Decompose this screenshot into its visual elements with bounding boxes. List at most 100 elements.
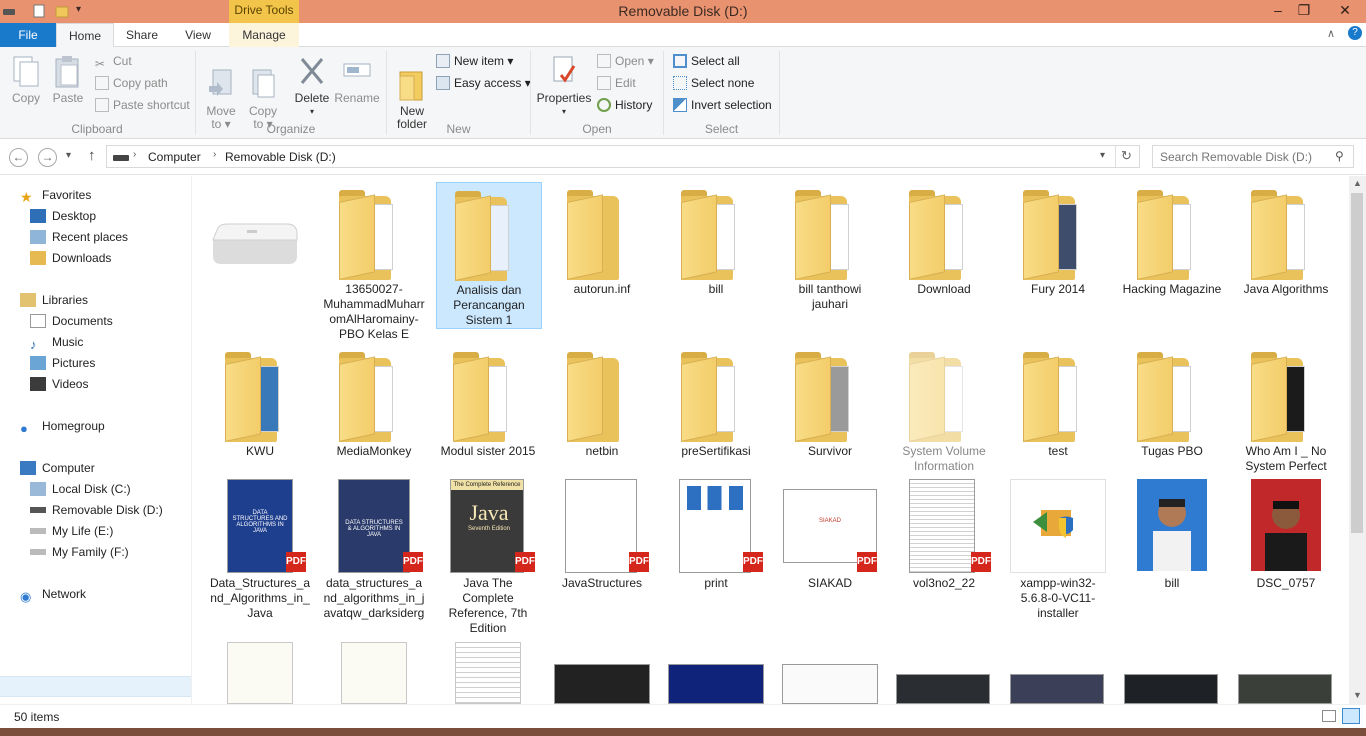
certificate-thumbnail[interactable] [341,642,407,704]
video-thumbnail[interactable] [896,674,990,704]
chevron-right-icon[interactable]: › [213,149,216,160]
edit-button[interactable]: Edit [597,74,636,92]
new-item-button[interactable]: New item ▾ [436,52,513,70]
folder-item[interactable]: Hacking Magazine [1119,182,1225,297]
nav-network[interactable]: ◉ Network [20,584,86,604]
nav-music[interactable]: ♪ Music [30,332,83,352]
copy-path-button[interactable]: Copy path [95,74,168,92]
pdf-item[interactable]: SIAKAD PDF SIAKAD [777,476,883,591]
breadcrumb-computer[interactable]: Computer [148,150,201,164]
breadcrumb-removable-disk[interactable]: Removable Disk (D:) [225,150,336,164]
nav-documents[interactable]: Documents [30,311,113,331]
paste-button[interactable]: Paste [48,53,88,105]
nav-my-family-f[interactable]: My Family (F:) [30,542,129,562]
folder-item[interactable]: Modul sister 2015 [435,344,541,459]
folder-item[interactable]: netbin [549,344,655,459]
folder-item[interactable]: Download [891,182,997,297]
back-button[interactable]: ← [9,148,28,167]
history-button[interactable]: History [597,96,652,114]
easy-access-button[interactable]: Easy access ▾ [436,74,531,92]
select-none-button[interactable]: Select none [673,74,754,92]
pdf-item[interactable]: PDF vol3no2_22 [891,476,997,591]
folder-item[interactable]: Survivor [777,344,883,459]
file-item-drive[interactable] [203,182,309,282]
details-view-icon[interactable] [1322,710,1336,722]
video-thumbnail[interactable] [1238,674,1332,704]
nav-computer[interactable]: Computer [20,458,95,478]
refresh-icon[interactable]: ↻ [1121,148,1132,164]
paste-shortcut-button[interactable]: Paste shortcut [95,96,190,114]
installer-item[interactable]: xampp-win32-5.6.8-0-VC11-installer [1005,476,1111,621]
slide-thumbnail[interactable] [782,664,878,704]
tab-home[interactable]: Home [56,23,114,48]
recent-locations-icon[interactable]: ▾ [66,150,71,161]
pdf-item[interactable]: PDF JavaStructures [549,476,655,591]
folder-item[interactable]: KWU [207,344,313,459]
video-thumbnail[interactable] [1124,674,1218,704]
folder-item[interactable]: preSertifikasi [663,344,769,459]
folder-item-selected[interactable]: Analisis dan Perancangan Sistem 1 [436,182,542,329]
tab-file[interactable]: File [0,23,56,47]
properties-button[interactable]: Properties ▾ [536,53,592,118]
close-button[interactable]: ✕ [1325,0,1365,21]
nav-removable-disk-d[interactable]: Removable Disk (D:) [30,500,163,520]
tab-share[interactable]: Share [118,23,166,47]
address-bar[interactable]: › Computer › Removable Disk (D:) ▾ ↻ [106,145,1140,168]
search-input[interactable] [1160,147,1330,167]
scroll-up-icon[interactable]: ▲ [1353,178,1362,188]
vertical-scrollbar[interactable]: ▲ ▼ [1349,176,1366,704]
rename-button[interactable]: Rename [334,53,380,105]
nav-videos[interactable]: Videos [30,374,88,394]
maximize-button[interactable]: ❐ [1289,0,1319,21]
certificate-thumbnail[interactable] [227,642,293,704]
collapse-ribbon-icon[interactable]: ∧ [1327,27,1335,40]
nav-favorites[interactable]: ★ Favorites [20,185,91,205]
nav-downloads[interactable]: Downloads [30,248,111,268]
nav-libraries[interactable]: Libraries [20,290,88,310]
select-all-button[interactable]: Select all [673,52,740,70]
search-icon[interactable]: ⚲ [1335,149,1344,163]
image-item[interactable]: bill [1119,476,1225,591]
nav-local-disk-c[interactable]: Local Disk (C:) [30,479,131,499]
pdf-item[interactable]: DATA STRUCTURES & ALGORITHMS IN JAVA PDF … [321,476,427,621]
pdf-item[interactable]: The Complete Reference Java Seventh Editio… [435,476,541,636]
folder-item[interactable]: 13650027-MuhammadMuharromAlHaromainy-PBO… [321,182,427,342]
open-button[interactable]: Open ▾ [597,52,654,70]
search-box[interactable]: ⚲ [1152,145,1354,168]
nav-pictures[interactable]: Pictures [30,353,95,373]
nav-recent-places[interactable]: Recent places [30,227,128,247]
scrollbar-thumb[interactable] [1351,193,1363,533]
nav-desktop[interactable]: Desktop [30,206,96,226]
slide-thumbnail[interactable] [554,664,650,704]
forward-button[interactable]: → [38,148,57,167]
delete-dropdown-icon[interactable]: ▾ [292,105,332,118]
properties-dropdown-icon[interactable]: ▾ [536,105,592,118]
document-thumbnail[interactable] [455,642,521,704]
video-thumbnail[interactable] [1010,674,1104,704]
image-item[interactable]: DSC_0757 [1233,476,1339,591]
address-dropdown-icon[interactable]: ▾ [1100,150,1105,161]
folder-item[interactable]: Who Am I _ No System Perfect [1233,344,1339,474]
folder-item[interactable]: test [1005,344,1111,459]
tab-view[interactable]: View [176,23,220,47]
folder-item[interactable]: bill [663,182,769,297]
up-arrow-icon[interactable]: ↑ [88,147,96,164]
folder-item[interactable]: Tugas PBO [1119,344,1225,459]
folder-item[interactable]: bill tanthowi jauhari [777,182,883,312]
folder-item[interactable]: MediaMonkey [321,344,427,459]
tab-manage[interactable]: Manage [229,23,299,47]
scroll-down-icon[interactable]: ▼ [1353,690,1362,700]
chevron-right-icon[interactable]: › [133,149,136,160]
large-icons-view-icon[interactable] [1342,708,1360,724]
cut-button[interactable]: ✂ Cut [95,52,132,71]
pdf-item[interactable]: PDF print [663,476,769,591]
delete-button[interactable]: Delete ▾ [292,53,332,118]
folder-item[interactable]: Fury 2014 [1005,182,1111,297]
folder-item[interactable]: Java Algorithms [1233,182,1339,297]
help-icon[interactable]: ? [1348,26,1362,40]
copy-button[interactable]: Copy [6,53,46,105]
folder-item-hidden[interactable]: System Volume Information [891,344,997,474]
pdf-item[interactable]: DATA STRUCTURES AND ALGORITHMS IN JAVA PD… [207,476,313,621]
folder-item[interactable]: autorun.inf [549,182,655,297]
slide-thumbnail[interactable] [668,664,764,704]
